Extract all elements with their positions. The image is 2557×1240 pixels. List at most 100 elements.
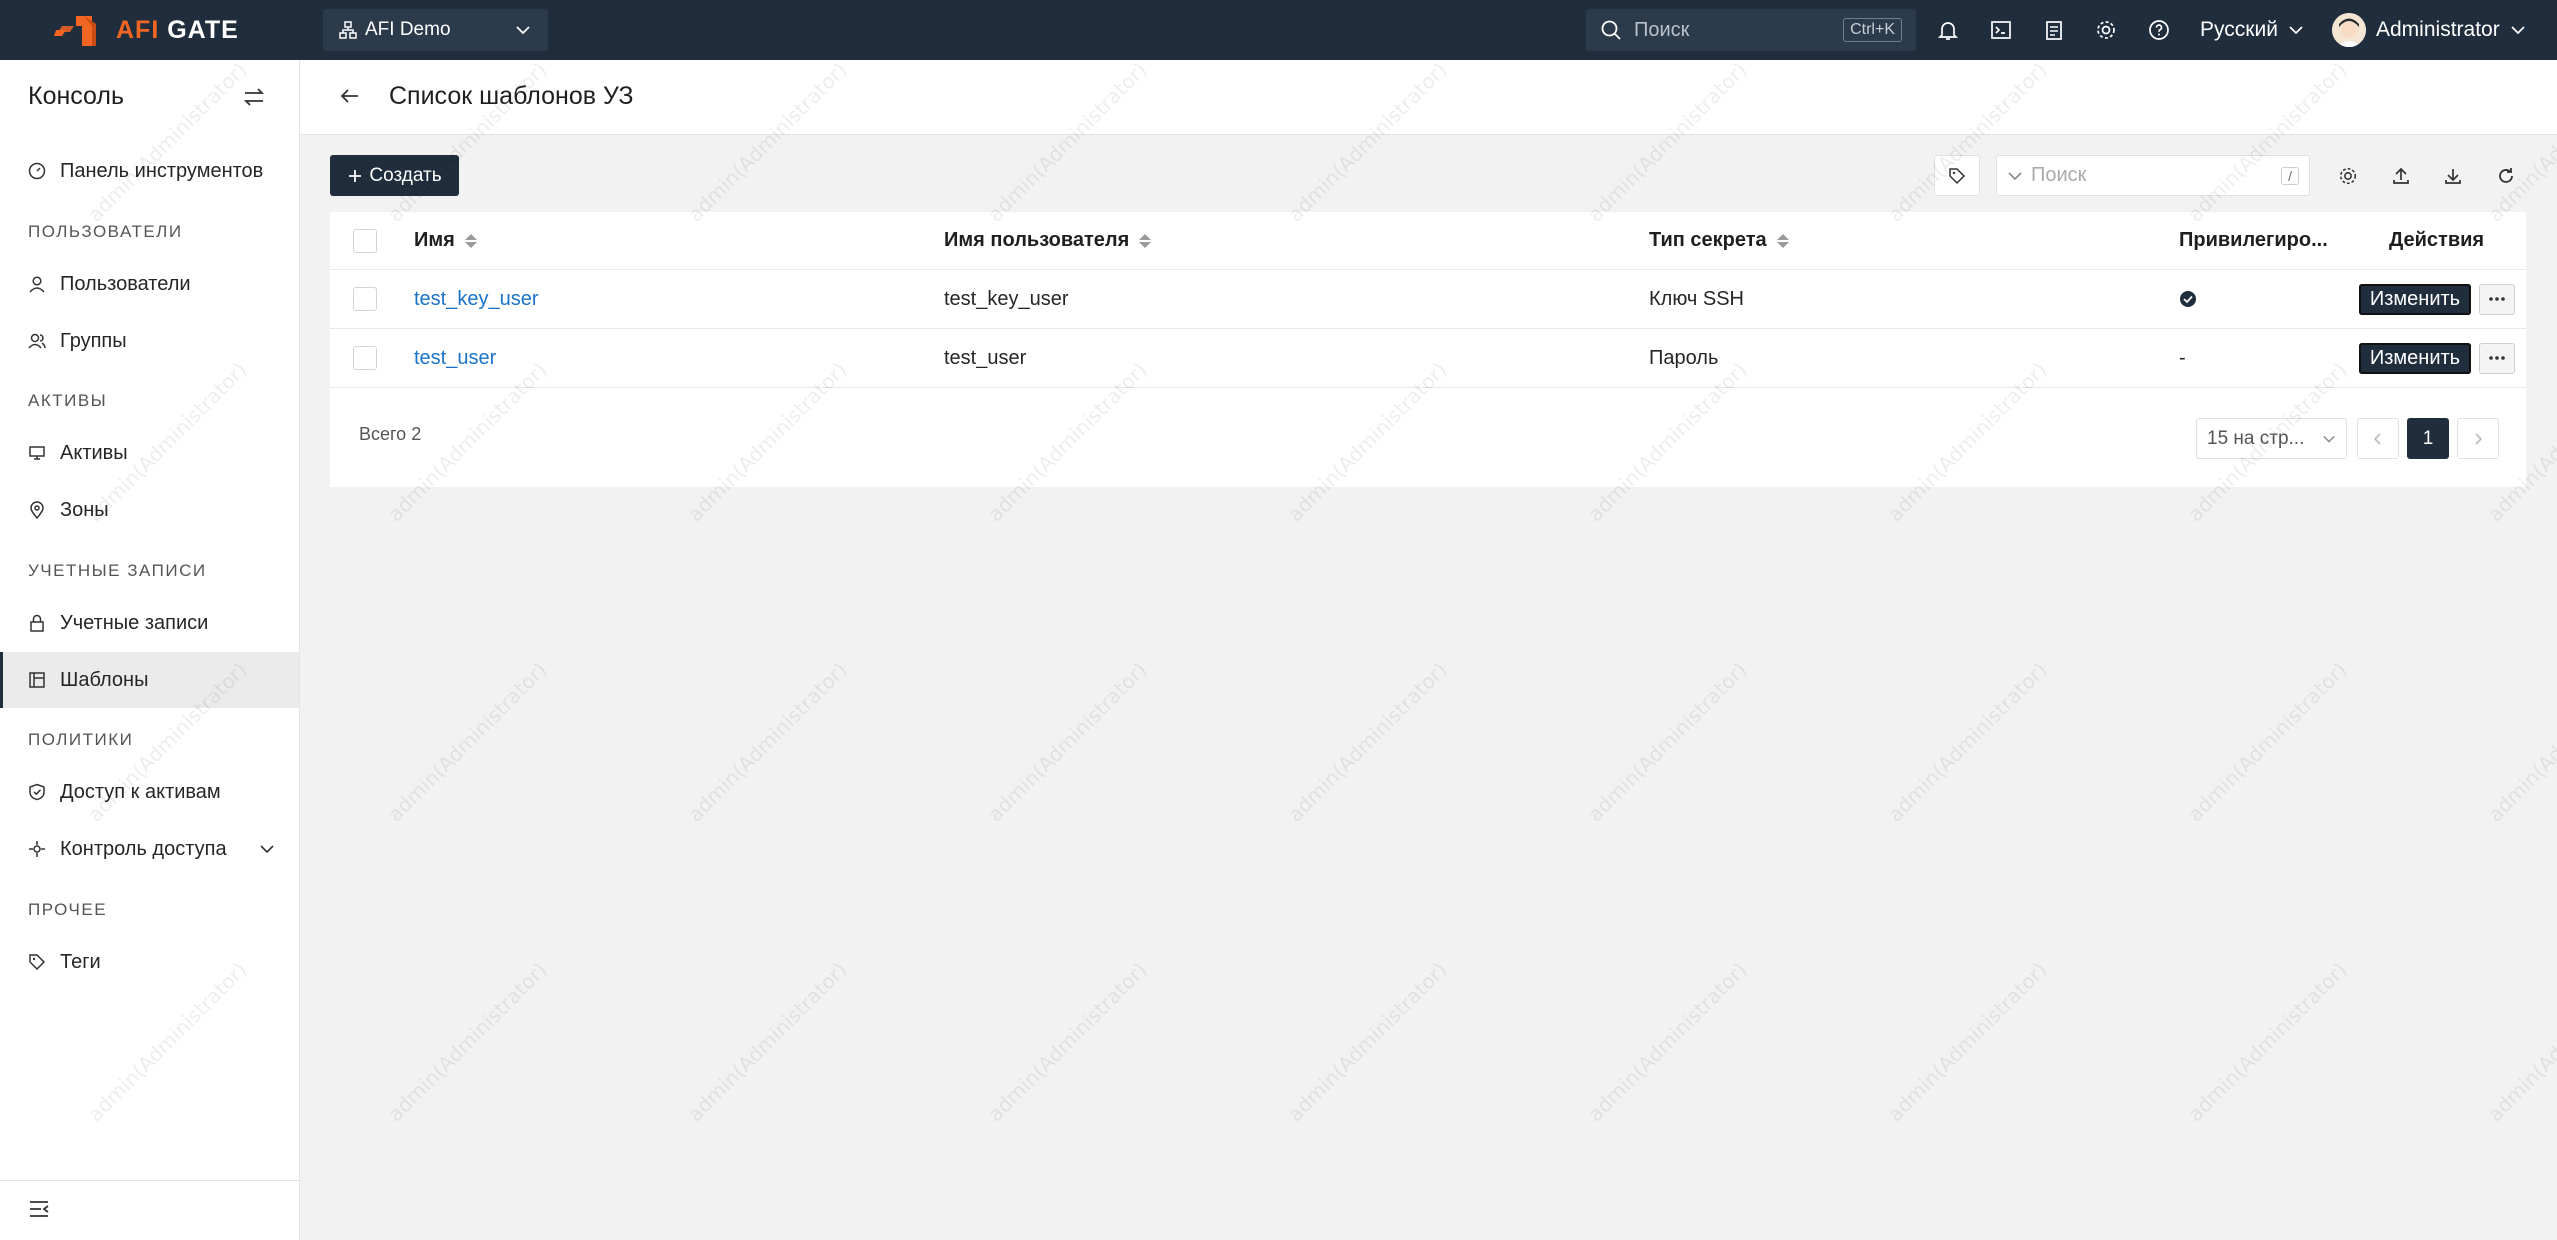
sidebar-item-assets[interactable]: Активы bbox=[0, 425, 299, 481]
chevron-down-icon bbox=[259, 845, 274, 854]
plus-icon bbox=[349, 169, 362, 182]
row-checkbox[interactable] bbox=[353, 346, 377, 370]
dashboard-gauge-icon bbox=[28, 162, 46, 180]
chevron-down-icon bbox=[2511, 26, 2525, 35]
avatar bbox=[2332, 13, 2366, 47]
create-button[interactable]: Создать bbox=[330, 155, 459, 196]
bell-icon[interactable] bbox=[1932, 14, 1964, 46]
org-tree-icon bbox=[339, 21, 357, 39]
refresh-icon[interactable] bbox=[2490, 160, 2522, 192]
table-settings-gear-icon[interactable] bbox=[2332, 160, 2364, 192]
username-cell: test_key_user bbox=[944, 287, 1069, 310]
help-icon[interactable] bbox=[2143, 14, 2175, 46]
sidebar-section-other: ПРОЧЕЕ bbox=[28, 900, 108, 919]
watermark-text: admin(Administrator) bbox=[1582, 957, 1752, 1127]
row-actions: Изменить bbox=[2359, 329, 2515, 387]
list-search-placeholder: Поиск bbox=[2031, 164, 2087, 186]
tag-icon bbox=[29, 954, 46, 971]
user-menu[interactable]: Administrator bbox=[2332, 9, 2526, 51]
terminal-icon[interactable] bbox=[1985, 14, 2017, 46]
watermark-text: admin(Administrator) bbox=[382, 957, 552, 1127]
sort-icon[interactable] bbox=[464, 233, 477, 248]
search-shortcut-hint: Ctrl+K bbox=[1843, 18, 1902, 42]
collapse-sidebar-icon[interactable] bbox=[28, 1198, 50, 1220]
check-circle-icon bbox=[2180, 291, 2196, 307]
watermark-text: admin(Administrator) bbox=[1882, 657, 2052, 827]
page-size-select[interactable]: 15 на стр... bbox=[2196, 418, 2347, 459]
export-upload-icon[interactable] bbox=[2385, 160, 2417, 192]
more-actions-button[interactable] bbox=[2479, 342, 2515, 374]
prev-page-button[interactable] bbox=[2357, 418, 2399, 459]
create-button-label: Создать bbox=[369, 164, 442, 186]
page-number-button[interactable]: 1 bbox=[2407, 418, 2449, 459]
column-header-secret-type[interactable]: Тип секрета bbox=[1649, 212, 1789, 269]
column-header-privileged[interactable]: Привилегиро... bbox=[2179, 212, 2328, 269]
sidebar-section-accounts: УЧЕТНЫЕ ЗАПИСИ bbox=[28, 561, 207, 580]
watermark-text: admin(Administrator) bbox=[682, 957, 852, 1127]
sidebar-item-groups[interactable]: Группы bbox=[0, 313, 299, 369]
column-header-name[interactable]: Имя bbox=[414, 212, 477, 269]
watermark-text: admin(Administrator) bbox=[2182, 657, 2352, 827]
swap-view-icon[interactable] bbox=[242, 85, 266, 109]
row-actions: Изменить bbox=[2359, 270, 2515, 328]
sidebar-item-tags[interactable]: Теги bbox=[0, 934, 299, 990]
sidebar-title: Консоль bbox=[28, 82, 125, 110]
next-page-button[interactable] bbox=[2457, 418, 2499, 459]
tag-icon bbox=[1949, 167, 1966, 184]
organization-select[interactable]: AFI Demo bbox=[323, 9, 548, 51]
sidebar-item-users[interactable]: Пользователи bbox=[0, 256, 299, 312]
secret-type-cell: Ключ SSH bbox=[1649, 287, 1744, 310]
logo-icon bbox=[54, 16, 96, 46]
chevron-down-icon bbox=[2323, 435, 2335, 443]
more-dots-icon bbox=[2489, 297, 2505, 301]
access-control-icon bbox=[29, 841, 45, 857]
logo[interactable]: AFI GATE bbox=[52, 10, 239, 50]
sidebar-item-label: Группы bbox=[60, 329, 127, 352]
sidebar-divider bbox=[0, 1180, 299, 1181]
organization-label: AFI Demo bbox=[365, 19, 451, 40]
search-shortcut-hint: / bbox=[2281, 166, 2299, 185]
more-actions-button[interactable] bbox=[2479, 283, 2515, 315]
sort-icon[interactable] bbox=[1776, 233, 1789, 248]
server-icon bbox=[29, 446, 45, 460]
sidebar-item-access-control[interactable]: Контроль доступа bbox=[0, 821, 299, 877]
watermark-text: admin(Administrator) bbox=[1582, 657, 1752, 827]
watermark-text: admin(Administrator) bbox=[682, 657, 852, 827]
top-bar: AFI GATE AFI Demo Поиск Ctrl+K Русский A… bbox=[0, 0, 2557, 60]
global-search-placeholder: Поиск bbox=[1634, 18, 1690, 41]
select-all-checkbox[interactable] bbox=[353, 228, 377, 253]
watermark-text: admin(Administrator) bbox=[982, 957, 1152, 1127]
sidebar-item-label: Активы bbox=[60, 441, 128, 464]
row-checkbox[interactable] bbox=[353, 287, 377, 311]
more-dots-icon bbox=[2489, 356, 2505, 360]
search-icon bbox=[1601, 20, 1621, 40]
global-search-input[interactable]: Поиск Ctrl+K bbox=[1586, 9, 1916, 51]
tag-filter-button[interactable] bbox=[1934, 155, 1980, 196]
clipboard-list-icon[interactable] bbox=[2038, 14, 2070, 46]
sidebar-item-label: Панель инструментов bbox=[60, 159, 264, 182]
gear-icon[interactable] bbox=[2090, 14, 2122, 46]
language-select[interactable]: Русский bbox=[2200, 9, 2304, 51]
sidebar-item-label: Зоны bbox=[60, 498, 109, 521]
template-name-link[interactable]: test_key_user bbox=[414, 270, 539, 328]
sidebar-item-dashboard[interactable]: Панель инструментов bbox=[0, 143, 299, 199]
template-name-link[interactable]: test_user bbox=[414, 329, 496, 387]
import-download-icon[interactable] bbox=[2437, 160, 2469, 192]
edit-button[interactable]: Изменить bbox=[2359, 283, 2471, 315]
column-header-username[interactable]: Имя пользователя bbox=[944, 212, 1152, 269]
sidebar-item-asset-access[interactable]: Доступ к активам bbox=[0, 764, 299, 820]
sidebar-item-label: Пользователи bbox=[60, 272, 191, 295]
edit-button[interactable]: Изменить bbox=[2359, 342, 2471, 374]
sidebar-item-label: Контроль доступа bbox=[60, 837, 227, 860]
watermark-text: admin(Administrator) bbox=[382, 657, 552, 827]
list-search-input[interactable]: Поиск / bbox=[1996, 155, 2310, 196]
sort-icon[interactable] bbox=[1139, 233, 1152, 248]
back-arrow-icon[interactable] bbox=[338, 84, 362, 108]
chevron-right-icon bbox=[2475, 432, 2483, 445]
sidebar-item-accounts[interactable]: Учетные записи bbox=[0, 595, 299, 651]
lock-icon bbox=[30, 614, 44, 632]
sidebar-item-zones[interactable]: Зоны bbox=[0, 482, 299, 538]
sidebar-item-label: Доступ к активам bbox=[60, 780, 221, 803]
secret-type-cell: Пароль bbox=[1649, 346, 1719, 369]
sidebar-item-templates[interactable]: Шаблоны bbox=[0, 652, 299, 708]
